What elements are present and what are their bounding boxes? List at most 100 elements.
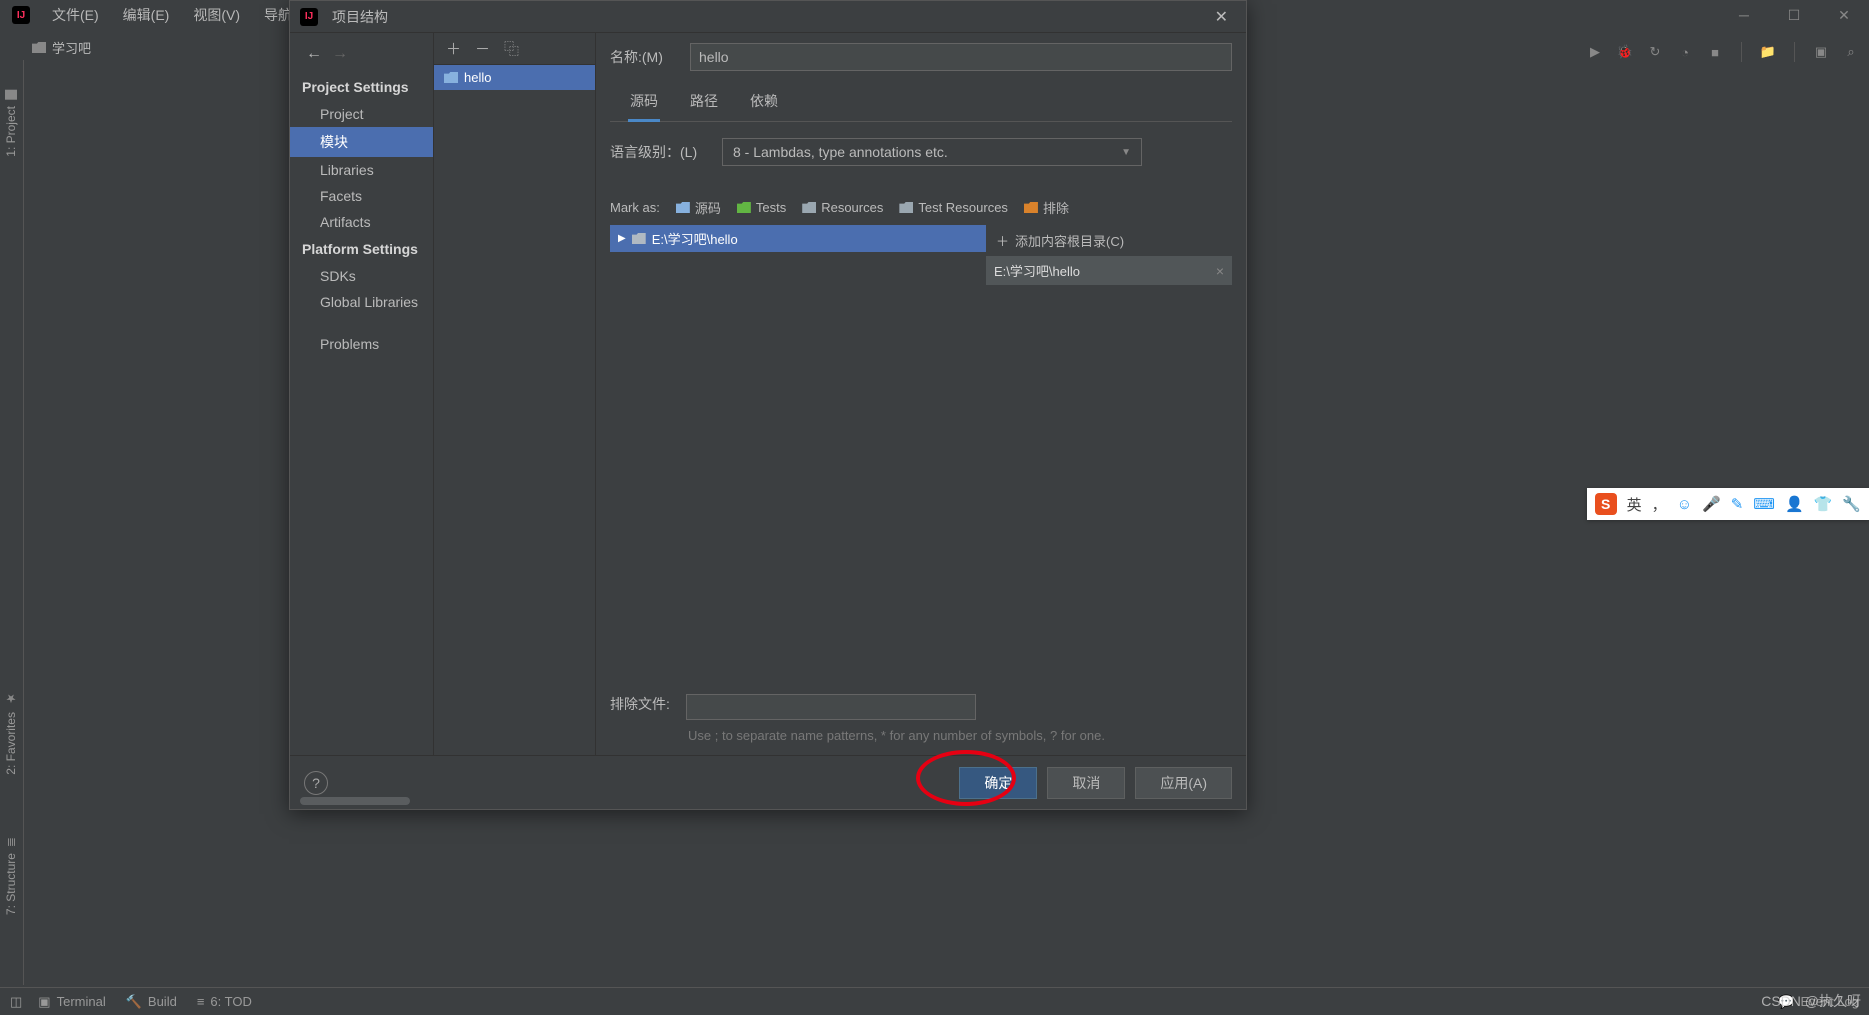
sidebar-favorites[interactable]: 2: Favorites ★: [0, 682, 22, 785]
ime-toolbar[interactable]: S 英 ， ☺ 🎤 ✎ ⌨ 👤 👕 🔧: [1587, 488, 1869, 520]
dialog-titlebar[interactable]: IJ 项目结构 ✕: [290, 1, 1246, 33]
nav-item-facets[interactable]: Facets: [290, 183, 433, 209]
menu-view[interactable]: 视图(V): [183, 1, 250, 29]
ok-button[interactable]: 确定: [959, 767, 1037, 799]
folder-shortcut-icon[interactable]: 📁: [1760, 44, 1776, 60]
add-module-button[interactable]: ＋: [446, 38, 461, 59]
mark-tests-button[interactable]: Tests: [737, 200, 786, 215]
help-button[interactable]: ?: [304, 771, 328, 795]
close-button[interactable]: ✕: [1819, 0, 1869, 30]
lang-level-value: 8 - Lambdas, type annotations etc.: [733, 144, 948, 160]
watermark: CSDN @执久呀: [1761, 991, 1861, 1011]
content-root-item[interactable]: E:\学习吧\hello ×: [986, 256, 1232, 285]
exclude-files-input[interactable]: [686, 694, 976, 720]
folder-icon: [5, 90, 17, 100]
expand-icon[interactable]: ▶: [618, 233, 626, 244]
run-icon[interactable]: ▶: [1587, 44, 1603, 60]
mark-test-resources-button[interactable]: Test Resources: [899, 200, 1008, 215]
edit-icon[interactable]: ✎: [1731, 495, 1744, 513]
dialog-title: 项目结构: [332, 7, 388, 27]
todo-tool[interactable]: ≡ 6: TOD: [197, 994, 252, 1009]
content-roots-panel: ＋ 添加内容根目录(C) E:\学习吧\hello ×: [986, 225, 1232, 645]
mark-excluded-button[interactable]: 排除: [1024, 198, 1069, 217]
project-structure-dialog: IJ 项目结构 ✕ ← → Project Settings Project 模…: [289, 0, 1247, 810]
test-resources-folder-icon: [899, 202, 913, 213]
toolbox-icon[interactable]: 🔧: [1842, 495, 1861, 513]
build-tool[interactable]: 🔨Build: [126, 994, 177, 1010]
sources-tree[interactable]: ▶ E:\学习吧\hello: [610, 225, 986, 645]
stop-icon[interactable]: ■: [1707, 44, 1723, 60]
mark-as-label: Mark as:: [610, 200, 660, 215]
remove-content-root-button[interactable]: ×: [1216, 263, 1224, 279]
nav-item-libraries[interactable]: Libraries: [290, 157, 433, 183]
separator: [1794, 42, 1795, 62]
remove-module-button[interactable]: －: [475, 38, 490, 59]
nav-back-button[interactable]: ←: [306, 45, 322, 63]
terminal-icon[interactable]: ▣: [1813, 44, 1829, 60]
copy-module-button[interactable]: ⿻: [504, 38, 519, 59]
add-content-root-button[interactable]: ＋ 添加内容根目录(C): [986, 225, 1232, 256]
cancel-button[interactable]: 取消: [1047, 767, 1125, 799]
apply-button[interactable]: 应用(A): [1135, 767, 1232, 799]
tab-label: 学习吧: [52, 38, 91, 57]
mic-icon[interactable]: 🎤: [1702, 495, 1721, 513]
add-content-root-label: 添加内容根目录(C): [1015, 231, 1124, 250]
tests-folder-icon: [737, 202, 751, 213]
nav-item-artifacts[interactable]: Artifacts: [290, 209, 433, 235]
menu-edit[interactable]: 编辑(E): [113, 1, 180, 29]
nav-item-sdks[interactable]: SDKs: [290, 263, 433, 289]
nav-item-project[interactable]: Project: [290, 101, 433, 127]
minimize-button[interactable]: ─: [1719, 0, 1769, 30]
terminal-tool[interactable]: ▣Terminal: [38, 994, 105, 1010]
keyboard-icon[interactable]: ⌨: [1753, 495, 1775, 513]
detail-tabs: 源码 路径 依赖: [610, 85, 1232, 122]
mark-resources-button[interactable]: Resources: [802, 200, 883, 215]
folder-icon: [632, 233, 646, 244]
folder-icon: [32, 42, 46, 53]
statusbar: ◫ ▣Terminal 🔨Build ≡6: TOD 💬Event Log: [0, 987, 1869, 1015]
todo-label: 6: TOD: [210, 994, 251, 1009]
module-name-input[interactable]: [690, 43, 1232, 71]
sidebar-project[interactable]: 1: Project: [0, 80, 22, 167]
nav-item-global-libs[interactable]: Global Libraries: [290, 289, 433, 315]
menu-file[interactable]: 文件(E): [42, 1, 109, 29]
nav-forward-button[interactable]: →: [332, 45, 348, 63]
ime-punct[interactable]: ，: [1652, 494, 1667, 515]
module-item-label: hello: [464, 70, 491, 85]
sidebar-favorites-label: 2: Favorites: [4, 712, 18, 775]
module-icon: [444, 72, 458, 83]
sidebar-structure[interactable]: 7: Structure ≣: [0, 827, 22, 925]
emoji-icon[interactable]: ☺: [1677, 496, 1692, 513]
project-tab-bar: 学习吧: [24, 34, 99, 61]
mark-tests-label: Tests: [756, 200, 786, 215]
app-icon: IJ: [300, 8, 318, 26]
tab-paths[interactable]: 路径: [688, 85, 720, 121]
module-item-hello[interactable]: hello: [434, 65, 595, 90]
chevron-down-icon: ▼: [1121, 147, 1131, 158]
exclude-hint: Use ; to separate name patterns, * for a…: [688, 726, 1232, 746]
tab-dependencies[interactable]: 依赖: [748, 85, 780, 121]
coverage-icon[interactable]: ↻: [1647, 44, 1663, 60]
tab-sources[interactable]: 源码: [628, 85, 660, 121]
profiler-icon[interactable]: ◔: [1677, 44, 1693, 60]
app-icon: IJ: [12, 6, 30, 24]
dialog-close-button[interactable]: ✕: [1207, 5, 1236, 29]
window-controls: ─ ☐ ✕: [1719, 0, 1869, 30]
list-icon: ≡: [197, 994, 205, 1009]
scrollbar-thumb[interactable]: [300, 797, 410, 805]
mark-sources-button[interactable]: 源码: [676, 198, 721, 217]
nav-item-problems[interactable]: Problems: [290, 331, 433, 357]
lang-level-dropdown[interactable]: 8 - Lambdas, type annotations etc. ▼: [722, 138, 1142, 166]
search-icon[interactable]: ⌕: [1843, 44, 1859, 60]
person-icon[interactable]: 👤: [1785, 495, 1804, 513]
debug-icon[interactable]: 🐞: [1617, 44, 1633, 60]
nav-item-modules[interactable]: 模块: [290, 127, 433, 157]
project-tab[interactable]: 学习吧: [24, 34, 99, 61]
skin-icon[interactable]: 👕: [1814, 495, 1833, 513]
maximize-button[interactable]: ☐: [1769, 0, 1819, 30]
content-root-path: E:\学习吧\hello: [994, 261, 1080, 280]
name-label: 名称:(M): [610, 47, 674, 67]
ime-lang[interactable]: 英: [1627, 494, 1642, 515]
window-switcher-icon[interactable]: ◫: [10, 994, 22, 1010]
tree-root-item[interactable]: ▶ E:\学习吧\hello: [610, 225, 986, 252]
